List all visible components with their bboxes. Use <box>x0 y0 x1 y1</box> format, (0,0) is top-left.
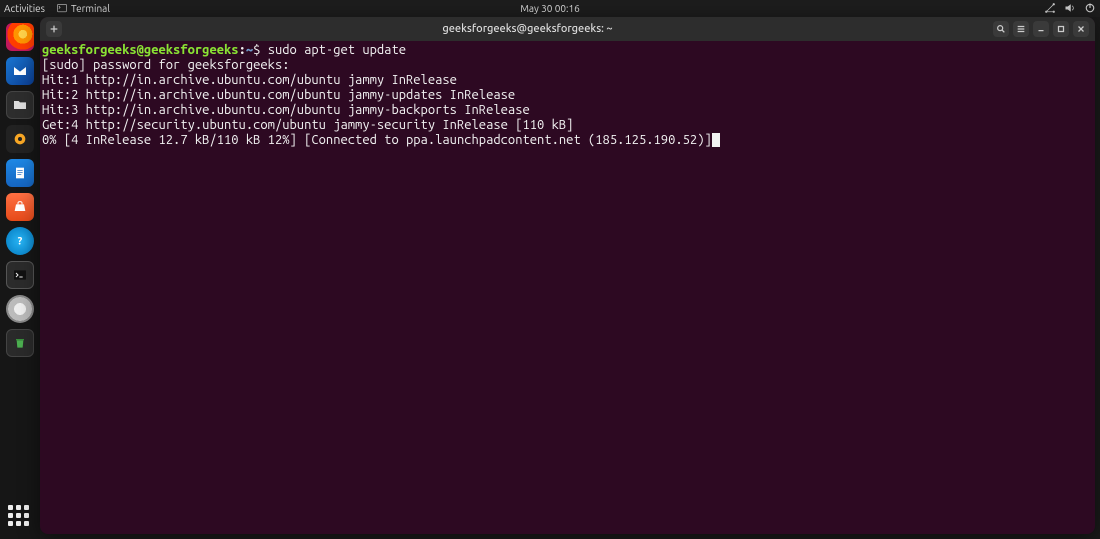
terminal-body[interactable]: geeksforgeeks@geeksforgeeks:~$ sudo apt-… <box>40 41 1095 534</box>
cursor <box>712 133 720 147</box>
output-line-4: Get:4 http://security.ubuntu.com/ubuntu … <box>42 118 573 132</box>
activities-button[interactable]: Activities <box>4 3 45 14</box>
svg-text:?: ? <box>18 235 23 247</box>
output-line-2: Hit:2 http://in.archive.ubuntu.com/ubunt… <box>42 88 515 102</box>
dock-writer-icon[interactable] <box>6 159 34 187</box>
dock-terminal-icon[interactable] <box>6 261 34 289</box>
menu-button[interactable] <box>1013 21 1029 37</box>
top-panel: Activities Terminal May 30 00:16 <box>0 0 1100 17</box>
prompt-colon: : <box>239 43 246 57</box>
output-line-5: 0% [4 InRelease 12.7 kB/110 kB 12%] [Con… <box>42 133 712 147</box>
dock-help-icon[interactable]: ? <box>6 227 34 255</box>
output-line-1: Hit:1 http://in.archive.ubuntu.com/ubunt… <box>42 73 457 87</box>
power-icon[interactable] <box>1084 2 1096 16</box>
dock-firefox-icon[interactable] <box>6 23 34 51</box>
command-text: sudo apt-get update <box>268 43 406 57</box>
window-title: geeksforgeeks@geeksforgeeks: ~ <box>62 23 993 35</box>
clock[interactable]: May 30 00:16 <box>520 3 580 14</box>
dock-files-icon[interactable] <box>6 91 34 119</box>
terminal-indicator-icon <box>57 3 67 15</box>
dock-trash-icon[interactable] <box>6 329 34 357</box>
output-line-0: [sudo] password for geeksforgeeks: <box>42 58 297 72</box>
output-line-3: Hit:3 http://in.archive.ubuntu.com/ubunt… <box>42 103 530 117</box>
dock-thunderbird-icon[interactable] <box>6 57 34 85</box>
volume-icon[interactable] <box>1064 2 1076 16</box>
search-button[interactable] <box>993 21 1009 37</box>
prompt-user-host: geeksforgeeks@geeksforgeeks <box>42 43 239 57</box>
terminal-window: geeksforgeeks@geeksforgeeks: ~ geeksforg… <box>40 17 1095 534</box>
dock-software-icon[interactable] <box>6 193 34 221</box>
network-icon[interactable] <box>1044 2 1056 16</box>
dock: ? <box>0 17 40 539</box>
prompt-dollar: $ <box>253 43 260 57</box>
maximize-button[interactable] <box>1053 21 1069 37</box>
minimize-button[interactable] <box>1033 21 1049 37</box>
new-tab-button[interactable] <box>46 21 62 37</box>
titlebar: geeksforgeeks@geeksforgeeks: ~ <box>40 17 1095 41</box>
dock-disk-icon[interactable] <box>6 295 34 323</box>
app-menu[interactable]: Terminal <box>57 3 110 15</box>
dock-rhythmbox-icon[interactable] <box>6 125 34 153</box>
show-applications-icon[interactable] <box>8 505 32 529</box>
close-button[interactable] <box>1073 21 1089 37</box>
